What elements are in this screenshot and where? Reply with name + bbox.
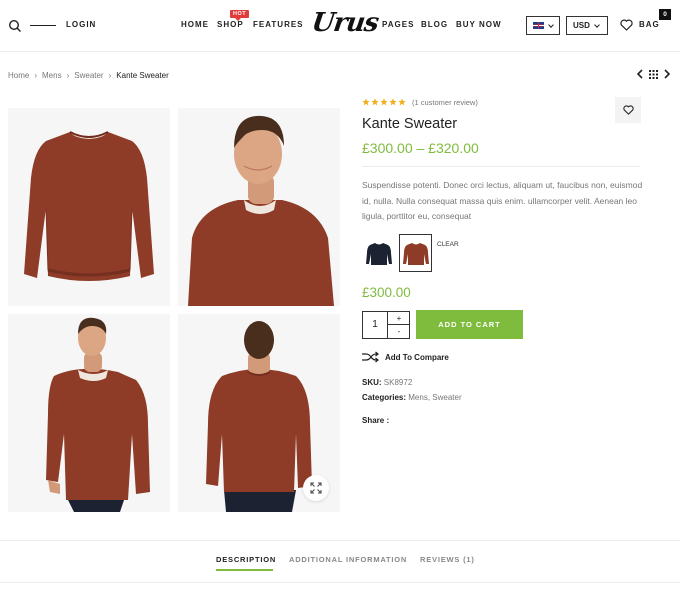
- categories-row: Categories: Mens, Sweater: [362, 393, 462, 402]
- chevron-right-icon: ›: [108, 71, 112, 80]
- add-to-cart-button[interactable]: ADD TO CART: [416, 310, 523, 339]
- currency-select[interactable]: USD: [566, 16, 608, 35]
- prev-product-icon[interactable]: [636, 68, 644, 80]
- chevron-down-icon: [594, 21, 600, 28]
- site-header: LOGIN HOME SHOP HOT FEATURES Urus PAGES …: [0, 0, 680, 52]
- star-icon: [389, 98, 397, 106]
- quantity-input[interactable]: 1: [363, 312, 387, 338]
- hot-badge: HOT: [230, 10, 250, 21]
- language-select[interactable]: [526, 16, 560, 35]
- uk-flag-icon: [533, 22, 544, 29]
- quantity-decrease-button[interactable]: -: [388, 325, 410, 338]
- nav-blog[interactable]: BLOG: [421, 20, 448, 29]
- add-to-wishlist-button[interactable]: [615, 97, 641, 123]
- tab-description[interactable]: DESCRIPTION: [216, 555, 276, 564]
- share-label: Share :: [362, 416, 390, 425]
- tabs-divider-top: [0, 540, 680, 541]
- sku-value: SK8972: [383, 378, 413, 387]
- search-icon[interactable]: [8, 19, 22, 33]
- cart-bag-link[interactable]: BAG: [639, 20, 660, 29]
- grid-icon[interactable]: [649, 68, 658, 80]
- model-front-illustration: [46, 317, 150, 512]
- sku-row: SKU: SK8972: [362, 378, 412, 387]
- sweater-flat-illustration: [24, 131, 154, 281]
- clear-selection-link[interactable]: CLEAR: [437, 241, 459, 248]
- rust-sweater-thumbnail: [402, 243, 429, 265]
- product-image-flat[interactable]: [8, 108, 170, 306]
- active-tab-indicator: [216, 569, 273, 571]
- nav-features[interactable]: FEATURES: [253, 20, 304, 29]
- breadcrumb: Home › Mens › Sweater › Kante Sweater: [8, 71, 169, 80]
- model-closeup-illustration: [188, 115, 334, 306]
- chevron-down-icon: [548, 21, 554, 28]
- nav-home[interactable]: HOME: [181, 20, 209, 29]
- product-image-model-front[interactable]: [8, 314, 170, 512]
- tab-reviews[interactable]: REVIEWS (1): [420, 555, 475, 564]
- price-range: £300.00 – £320.00: [362, 140, 479, 156]
- star-icon: [398, 98, 406, 106]
- swatch-rust[interactable]: [399, 234, 432, 272]
- expand-icon: [310, 482, 322, 494]
- star-icon: [371, 98, 379, 106]
- category-link-sweater[interactable]: Sweater: [432, 393, 461, 402]
- shuffle-compare-icon[interactable]: [362, 351, 379, 363]
- categories-label: Categories:: [362, 393, 407, 402]
- swatch-navy[interactable]: [362, 234, 395, 272]
- login-divider: [30, 25, 56, 26]
- chevron-right-icon: ›: [66, 71, 70, 80]
- login-link[interactable]: LOGIN: [66, 20, 96, 29]
- breadcrumb-mens[interactable]: Mens: [42, 71, 62, 80]
- product-description: Suspendisse potenti. Donec orci lectus, …: [362, 180, 643, 221]
- nav-buy-now[interactable]: BUY NOW: [456, 20, 502, 29]
- breadcrumb-current: Kante Sweater: [116, 71, 169, 80]
- star-icon: [362, 98, 370, 106]
- add-to-compare-link[interactable]: Add To Compare: [385, 353, 449, 362]
- sku-label: SKU:: [362, 378, 382, 387]
- tab-additional-information[interactable]: ADDITIONAL INFORMATION: [289, 555, 407, 564]
- navy-sweater-thumbnail: [365, 243, 392, 265]
- heart-icon: [622, 105, 634, 115]
- divider: [362, 166, 640, 167]
- star-icon: [380, 98, 388, 106]
- chevron-right-icon: ›: [34, 71, 38, 80]
- zoom-button[interactable]: [303, 475, 329, 501]
- quantity-buttons: + -: [387, 312, 410, 338]
- product-title: Kante Sweater: [362, 116, 458, 132]
- review-count-link[interactable]: (1 customer review): [412, 98, 478, 107]
- rating-stars: [362, 98, 406, 106]
- wishlist-heart-icon[interactable]: [620, 19, 633, 31]
- nav-shop[interactable]: SHOP: [217, 20, 244, 29]
- tabs-divider-bottom: [0, 582, 680, 583]
- category-link-mens[interactable]: Mens: [408, 393, 428, 402]
- breadcrumb-home[interactable]: Home: [8, 71, 29, 80]
- quantity-stepper: 1 + -: [362, 311, 410, 339]
- selected-price: £300.00: [362, 285, 411, 300]
- currency-value: USD: [573, 21, 590, 30]
- next-product-icon[interactable]: [663, 68, 671, 80]
- category-separator: ,: [427, 393, 431, 402]
- quantity-increase-button[interactable]: +: [388, 312, 410, 325]
- product-image-model-closeup[interactable]: [178, 108, 340, 306]
- site-logo[interactable]: Urus: [310, 8, 380, 38]
- nav-pages[interactable]: PAGES: [382, 20, 414, 29]
- breadcrumb-sweater[interactable]: Sweater: [74, 71, 103, 80]
- cart-count-badge: 0: [659, 9, 671, 20]
